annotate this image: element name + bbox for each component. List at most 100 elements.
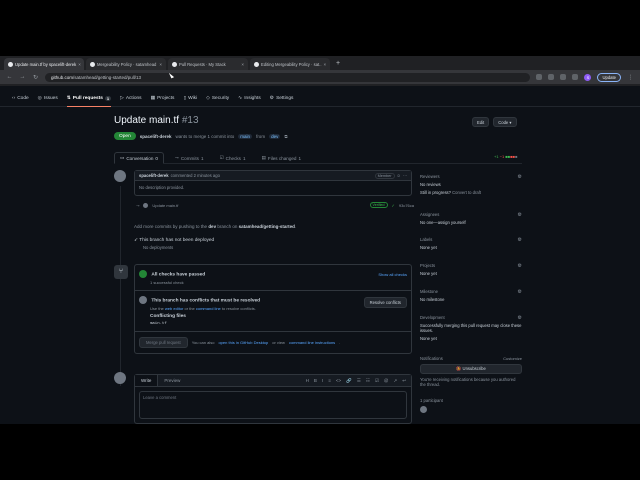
repo-nav-pull-requests[interactable]: ⇅ Pull requests 1 — [66, 91, 112, 107]
close-tab-icon[interactable]: × — [241, 62, 244, 67]
rocket-icon: ➶ — [134, 238, 139, 243]
browser-tab-4[interactable]: Editing Mergeability Policy · sat.. × — [250, 58, 330, 70]
reload-icon[interactable]: ↻ — [32, 74, 39, 81]
comment-icon: ▭ — [120, 155, 125, 160]
close-tab-icon[interactable]: × — [159, 62, 162, 67]
convert-to-draft-link[interactable]: Convert to draft — [452, 190, 481, 195]
tab-checks[interactable]: ☑ Checks 1 — [215, 152, 251, 164]
spacelift-icon — [254, 61, 259, 67]
mention-icon[interactable]: @ — [384, 378, 389, 383]
tab-commits[interactable]: ⊸ Commits 1 — [170, 152, 209, 164]
avatar[interactable] — [114, 372, 126, 384]
page-title: Update main.tf #13 — [114, 115, 199, 126]
new-tab-button[interactable]: + — [332, 58, 344, 70]
write-tab[interactable]: Write — [135, 375, 159, 386]
github-icon — [90, 61, 95, 67]
head-branch[interactable]: dev — [269, 133, 281, 139]
repo-nav-insights[interactable]: ∿ Insights — [238, 91, 261, 107]
commit-message[interactable]: Update main.tf — [152, 203, 178, 208]
preview-tab[interactable]: Preview — [158, 375, 186, 386]
link-icon[interactable]: 🔗 — [346, 378, 352, 384]
bulleted-list-icon[interactable]: ☰ — [357, 378, 361, 384]
kebab-icon[interactable]: ⋯ — [403, 173, 407, 178]
kebab-menu-icon[interactable]: ⋮ — [627, 74, 634, 81]
comment-author[interactable]: spacelift-derek — [139, 173, 169, 178]
repo-nav-wiki[interactable]: ▯ Wiki — [183, 91, 197, 107]
comment-body: No description provided. — [139, 185, 185, 190]
spacelift-icon — [172, 61, 177, 67]
gear-icon[interactable]: ⚙ — [518, 212, 522, 218]
author-link[interactable]: spacelift-derek — [140, 134, 172, 139]
bold-icon[interactable]: B — [314, 378, 317, 383]
checks-section: All checks have passed 1 successful chec… — [135, 265, 411, 291]
repo-nav-code[interactable]: ‹› Code — [12, 91, 29, 107]
gear-icon[interactable]: ⚙ — [518, 174, 522, 180]
browser-tab-1[interactable]: Update main.tf by spacelift-derek × — [4, 58, 84, 70]
code-button[interactable]: Code ▾ — [493, 117, 517, 127]
cross-reference-icon[interactable]: ↗ — [393, 378, 397, 384]
share-icon[interactable] — [536, 74, 543, 80]
repo-nav-actions[interactable]: ▷ Actions — [120, 91, 141, 107]
tab-label: Pull Requests · My Stack — [179, 61, 226, 67]
browser-update-button[interactable]: Update — [597, 72, 621, 82]
puzzle-icon[interactable] — [572, 74, 579, 80]
tab-files-changed[interactable]: ▤ Files changed 1 — [257, 152, 307, 164]
show-all-checks-link[interactable]: Show all checks — [378, 272, 407, 277]
numbered-list-icon[interactable]: ☷ — [366, 378, 370, 384]
repo-nav-security[interactable]: ◇ Security — [206, 91, 229, 107]
close-tab-icon[interactable]: × — [324, 62, 327, 67]
verified-badge[interactable]: Verified — [369, 202, 388, 208]
tab-label: Editing Mergeability Policy · sat.. — [261, 61, 322, 67]
repo-nav-issues[interactable]: ◎ Issues — [38, 91, 58, 107]
resolve-conflicts-button[interactable]: Resolve conflicts — [363, 297, 407, 308]
smiley-icon[interactable]: ☺ — [397, 173, 401, 178]
quote-icon[interactable]: ≡ — [328, 378, 331, 383]
diffstat: +1 −1 ■■■■■ — [494, 154, 518, 159]
commit-sha[interactable]: 93c76ca — [399, 203, 414, 208]
milestone-section: Milestone ⚙ No milestone — [420, 289, 522, 302]
extension-icon[interactable] — [560, 74, 567, 80]
url-input[interactable]: github.com /satamhead/getting-started/pu… — [45, 72, 531, 82]
bookmark-star-icon[interactable] — [548, 74, 555, 80]
status-badge: Open — [114, 132, 136, 140]
bell-slash-icon: 🔕 — [456, 366, 462, 371]
checklist-icon: ☑ — [219, 155, 224, 160]
browser-window — [0, 56, 640, 424]
close-tab-icon[interactable]: × — [78, 62, 81, 67]
cmd-instructions-link[interactable]: command line instructions — [289, 340, 335, 345]
base-branch[interactable]: main — [238, 133, 253, 139]
task-list-icon[interactable]: ☑ — [375, 378, 379, 384]
profile-avatar[interactable]: S — [584, 73, 592, 81]
italic-icon[interactable]: I — [322, 378, 323, 383]
avatar[interactable] — [114, 170, 126, 182]
customize-link[interactable]: Customize — [503, 356, 522, 361]
repo-nav-projects[interactable]: ▦ Projects — [151, 91, 175, 107]
browser-tab-3[interactable]: Pull Requests · My Stack × — [168, 58, 248, 70]
gear-icon[interactable]: ⚙ — [518, 263, 522, 269]
back-icon[interactable]: ← — [6, 74, 13, 80]
alert-icon — [139, 296, 147, 304]
gear-icon[interactable]: ⚙ — [518, 289, 522, 295]
gear-icon[interactable]: ⚙ — [518, 315, 522, 321]
pr-meta: Open spacelift-derek wants to merge 1 co… — [114, 132, 288, 140]
code-icon[interactable]: <> — [336, 378, 341, 383]
reviewers-section: Reviewers ⚙ No reviews Still in progress… — [420, 174, 522, 195]
repo-nav-settings[interactable]: ⚙ Settings — [270, 91, 294, 107]
pr-count-badge: 1 — [104, 95, 112, 101]
web-editor-link[interactable]: web editor — [165, 306, 183, 311]
gear-icon[interactable]: ⚙ — [518, 237, 522, 243]
open-desktop-link[interactable]: open this in GitHub Desktop — [218, 340, 268, 345]
comment-textarea[interactable]: Leave a comment — [139, 391, 407, 419]
heading-icon[interactable]: H — [306, 378, 309, 383]
command-line-link[interactable]: command line — [196, 306, 221, 311]
browser-tab-2[interactable]: Mergeability Policy · satamhead × — [86, 58, 166, 70]
reply-icon[interactable]: ↩ — [402, 378, 406, 384]
check-icon: ✓ — [391, 202, 395, 208]
unsubscribe-button[interactable]: 🔕 Unsubscribe — [420, 364, 522, 374]
tab-conversation[interactable]: ▭ Conversation 0 — [114, 152, 164, 164]
forward-icon[interactable]: → — [19, 74, 26, 80]
copy-icon[interactable]: ⧉ — [284, 134, 287, 139]
merge-pull-request-button[interactable]: Merge pull request — [139, 337, 188, 348]
avatar[interactable] — [420, 406, 427, 413]
edit-button[interactable]: Edit — [472, 117, 490, 127]
